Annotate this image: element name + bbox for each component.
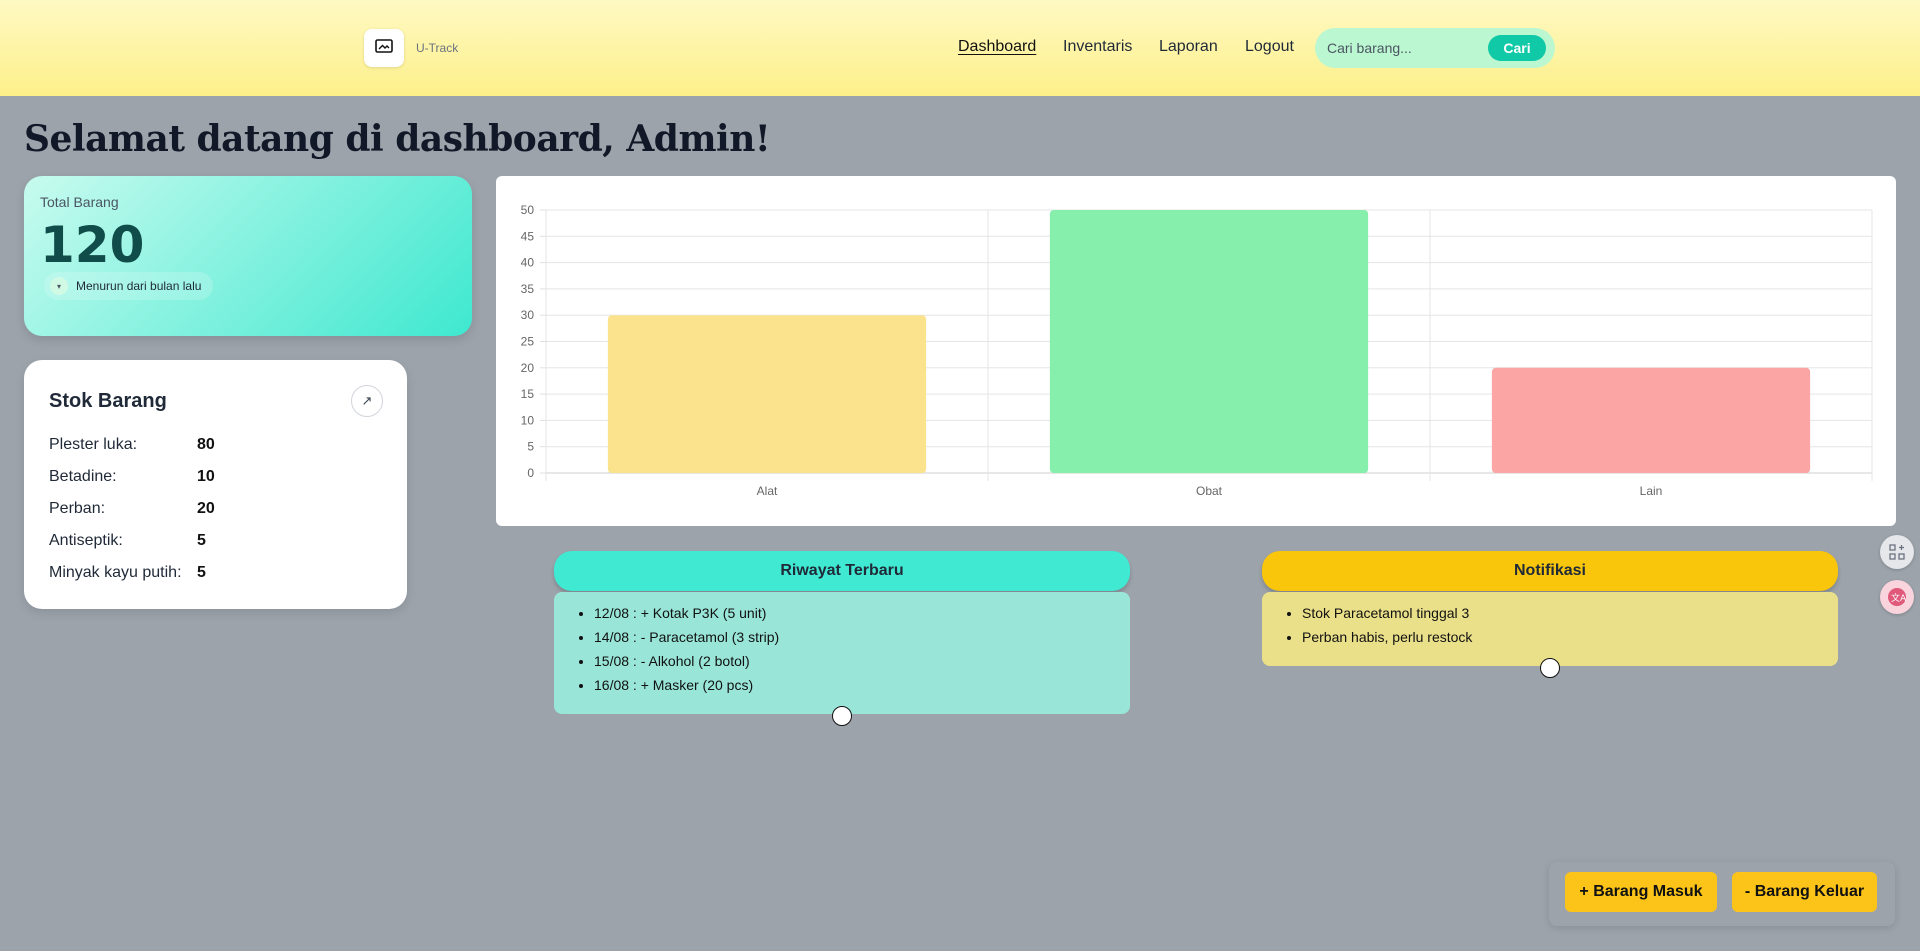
y-tick-label: 5 (527, 440, 534, 454)
stok-row: Antiseptik: 5 (49, 532, 206, 550)
list-item: 14/08 : - Paracetamol (3 strip) (594, 630, 1130, 645)
stok-row: Perban: 20 (49, 500, 215, 518)
notifikasi-list-panel: Stok Paracetamol tinggal 3 Perban habis,… (1262, 592, 1838, 666)
riwayat-list-panel: 12/08 : + Kotak P3K (5 unit) 14/08 : - P… (554, 592, 1130, 714)
stok-item-value: 20 (197, 500, 215, 517)
arrow-up-right-icon[interactable]: ↗ (351, 385, 383, 417)
image-icon (375, 38, 393, 58)
search-button[interactable]: Cari (1488, 35, 1546, 61)
y-tick-label: 45 (521, 229, 535, 243)
y-tick-label: 30 (521, 308, 535, 322)
x-tick-label: Lain (1640, 484, 1663, 498)
y-tick-label: 20 (521, 361, 535, 375)
stok-item-name: Plester luka: (49, 436, 138, 453)
y-tick-label: 35 (521, 282, 535, 296)
grid-add-icon[interactable] (1880, 535, 1914, 569)
stok-row: Minyak kayu putih: 5 (49, 564, 206, 582)
stock-chart-card: 0 5 10 15 20 25 30 35 40 45 50 Alat Obat Lain (496, 176, 1896, 526)
logo[interactable] (364, 29, 404, 67)
header-bar: U-Track Dashboard Inventaris Laporan Log… (0, 0, 1920, 96)
barang-masuk-button[interactable]: + Barang Masuk (1565, 872, 1717, 912)
action-bar: + Barang Masuk - Barang Keluar (1549, 862, 1895, 926)
y-tick-label: 50 (521, 203, 535, 217)
list-item: 16/08 : + Masker (20 pcs) (594, 678, 1130, 693)
total-value: 120 (40, 216, 145, 274)
list-item: Perban habis, perlu restock (1302, 630, 1838, 645)
stok-item-value: 10 (197, 468, 215, 485)
riwayat-list: 12/08 : + Kotak P3K (5 unit) 14/08 : - P… (594, 606, 1130, 693)
bar-lain (1491, 367, 1811, 473)
stok-item-name: Minyak kayu putih: (49, 564, 182, 581)
stok-barang-card: Stok Barang ↗ Plester luka: 80 Betadine: 1… (24, 360, 407, 609)
notifikasi-title: Notifikasi (1513, 562, 1586, 579)
nav-logout[interactable]: Logout (1245, 38, 1294, 56)
riwayat-title: Riwayat Terbaru (780, 562, 904, 579)
stok-item-value: 80 (197, 436, 215, 453)
list-item: 15/08 : - Alkohol (2 botol) (594, 654, 1130, 669)
chevron-down-icon: ▾ (50, 277, 68, 295)
y-tick-label: 40 (521, 256, 535, 270)
total-barang-card: Total Barang 120 ▾ Menurun dari bulan la… (24, 176, 472, 336)
bar-obat (1049, 210, 1369, 473)
search-input[interactable] (1327, 38, 1477, 58)
stok-row: Betadine: 10 (49, 468, 215, 486)
stok-item-name: Betadine: (49, 468, 117, 485)
stok-item-value: 5 (197, 564, 206, 581)
list-item: 12/08 : + Kotak P3K (5 unit) (594, 606, 1130, 621)
stok-item-value: 5 (197, 532, 206, 549)
notifikasi-header: Notifikasi (1262, 551, 1838, 591)
y-tick-label: 10 (521, 413, 535, 427)
trend-badge: ▾ Menurun dari bulan lalu (44, 272, 214, 300)
app-name: U-Track (416, 41, 459, 55)
y-tick-label: 25 (521, 335, 535, 349)
notifikasi-list: Stok Paracetamol tinggal 3 Perban habis,… (1302, 606, 1838, 645)
resize-handle[interactable] (1540, 658, 1560, 678)
x-tick-label: Alat (757, 484, 778, 498)
search-bar: Cari (1315, 28, 1555, 68)
y-tick-label: 0 (527, 466, 534, 480)
stock-bar-chart: 0 5 10 15 20 25 30 35 40 45 50 Alat Obat Lain (521, 203, 1873, 498)
stok-title: Stok Barang (49, 390, 167, 412)
riwayat-header: Riwayat Terbaru (554, 551, 1130, 591)
stok-row: Plester luka: 80 (49, 436, 215, 454)
barang-keluar-button[interactable]: - Barang Keluar (1732, 872, 1877, 912)
nav-inventaris[interactable]: Inventaris (1063, 38, 1132, 56)
nav-laporan[interactable]: Laporan (1159, 38, 1218, 56)
x-tick-label: Obat (1196, 484, 1223, 498)
bar-alat (607, 315, 927, 473)
resize-handle[interactable] (832, 706, 852, 726)
y-tick-label: 15 (521, 387, 535, 401)
total-label: Total Barang (40, 194, 119, 210)
stok-item-name: Perban: (49, 500, 106, 517)
nav-dashboard[interactable]: Dashboard (958, 38, 1036, 56)
stok-item-name: Antiseptik: (49, 532, 123, 549)
page-title: Selamat datang di dashboard, Admin! (24, 118, 771, 160)
svg-text:文A: 文A (1891, 592, 1907, 604)
list-item: Stok Paracetamol tinggal 3 (1302, 606, 1838, 621)
trend-text: Menurun dari bulan lalu (76, 279, 202, 293)
translate-icon[interactable]: 文A (1880, 580, 1914, 614)
